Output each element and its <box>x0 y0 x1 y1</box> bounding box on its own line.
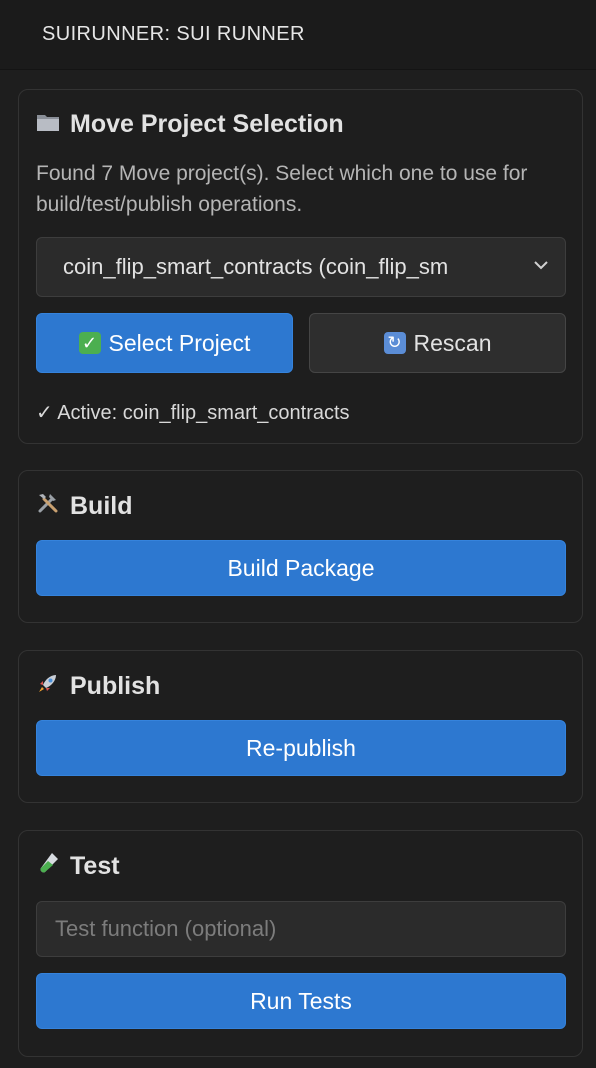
chevron-down-icon <box>531 255 551 275</box>
check-mark-icon: ✓ <box>78 332 101 354</box>
publish-title: Publish <box>36 671 160 701</box>
build-panel: Build Build Package <box>18 470 583 623</box>
active-project-status: ✓ Active: coin_flip_smart_contracts <box>36 402 350 424</box>
project-select-value: coin_flip_smart_contracts (coin_flip_sm <box>63 254 449 279</box>
test-function-input[interactable] <box>36 901 566 957</box>
view-title: SUIRUNNER: SUI RUNNER <box>42 23 305 45</box>
refresh-icon: ↻ <box>383 332 406 354</box>
project-description: Found 7 Move project(s). Select which on… <box>36 162 528 216</box>
select-project-button[interactable]: ✓ Select Project <box>36 313 293 373</box>
project-selection-title: Move Project Selection <box>36 110 344 139</box>
run-tests-button[interactable]: Run Tests <box>36 973 566 1029</box>
build-package-button[interactable]: Build Package <box>36 540 566 596</box>
tools-icon <box>36 491 64 521</box>
folder-icon <box>36 112 64 138</box>
rescan-button[interactable]: ↻ Rescan <box>309 313 566 373</box>
sidebar-header: SUIRUNNER: SUI RUNNER <box>0 0 596 70</box>
republish-button[interactable]: Re-publish <box>36 720 566 776</box>
test-title: Test <box>36 851 120 881</box>
test-panel: Test Run Tests <box>18 830 583 1057</box>
test-tube-icon <box>36 851 64 881</box>
rocket-icon <box>36 671 64 701</box>
publish-panel: Publish Re-publish <box>18 650 583 803</box>
project-select[interactable]: coin_flip_smart_contracts (coin_flip_sm <box>36 237 566 297</box>
project-selection-panel: Move Project Selection Found 7 Move proj… <box>18 89 583 444</box>
build-title: Build <box>36 491 133 521</box>
